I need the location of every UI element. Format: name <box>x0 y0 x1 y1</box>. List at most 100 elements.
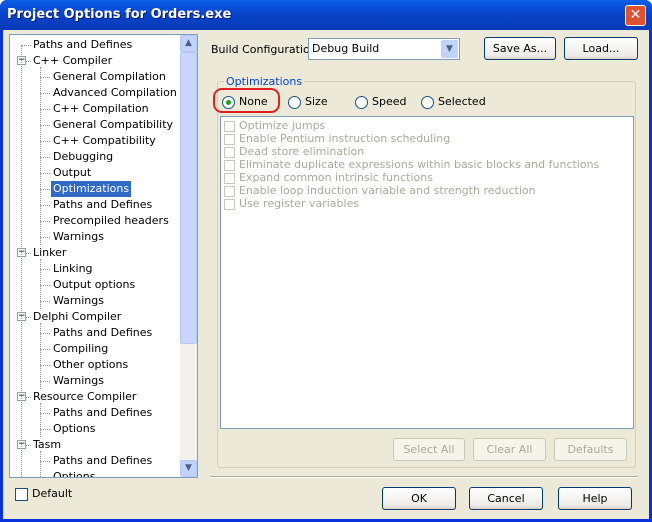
tree-item[interactable]: Options <box>53 421 95 437</box>
tree-group[interactable]: Tasm <box>33 437 61 453</box>
tree-item[interactable]: Advanced Compilation <box>53 85 177 101</box>
tree-group[interactable]: Linker <box>33 245 66 261</box>
select-all-button[interactable]: Select All <box>393 438 465 461</box>
option-checkbox[interactable]: Dead store elimination <box>224 145 364 158</box>
tree-connector <box>40 237 50 238</box>
dialog-window: Project Options for Orders.exe ✕ ▲ ▼ Pat… <box>0 0 652 522</box>
tree-item[interactable]: C++ Compatibility <box>53 133 156 149</box>
checkbox-icon <box>224 198 235 210</box>
tree-item[interactable]: Paths and Defines <box>53 453 152 469</box>
clear-all-button[interactable]: Clear All <box>473 438 546 461</box>
radio-selected[interactable]: Selected <box>421 95 486 109</box>
radio-speed[interactable]: Speed <box>355 95 406 109</box>
checkbox-icon <box>224 185 235 197</box>
tree-connector <box>40 477 50 478</box>
tree-item[interactable]: Paths and Defines <box>53 197 152 213</box>
tree-item[interactable]: Warnings <box>53 293 104 309</box>
tree-item[interactable]: C++ Compilation <box>53 101 149 117</box>
tree-connector <box>40 157 50 158</box>
load-button[interactable]: Load... <box>564 37 638 60</box>
tree-connector <box>40 429 50 430</box>
checkbox-icon <box>224 172 235 184</box>
radio-icon <box>288 95 301 109</box>
radio-none[interactable]: None <box>222 95 268 109</box>
tree-connector <box>40 413 50 414</box>
tree-item[interactable]: Debugging <box>53 149 113 165</box>
tree-connector <box>40 461 50 462</box>
tree-item[interactable]: Linking <box>53 261 93 277</box>
tree-connector <box>40 285 50 286</box>
tree-connector <box>40 381 50 382</box>
option-label: Expand common intrinsic functions <box>239 171 433 184</box>
tree-item[interactable]: Options <box>53 469 95 477</box>
default-checkbox[interactable]: Default <box>15 487 72 501</box>
tree-group[interactable]: C++ Compiler <box>33 53 112 69</box>
tree-connector <box>40 189 50 190</box>
dialog-body: ▲ ▼ Paths and Defines C++ Compiler − Genera… <box>3 30 649 519</box>
build-config-select[interactable]: Debug Build ▼ <box>308 38 460 60</box>
tree-item[interactable]: Warnings <box>53 373 104 389</box>
tree-connector <box>40 333 50 334</box>
tree-item[interactable]: Compiling <box>53 341 108 357</box>
tree-item[interactable]: Paths and Defines <box>53 325 152 341</box>
defaults-button[interactable]: Defaults <box>554 438 627 461</box>
tree-group[interactable]: Delphi Compiler <box>33 309 121 325</box>
checkbox-icon <box>224 159 235 171</box>
tree-item[interactable]: General Compilation <box>53 69 166 85</box>
build-config-label: Build Configuration: <box>211 43 321 56</box>
tree-item[interactable]: Warnings <box>53 229 104 245</box>
option-checkbox[interactable]: Optimize jumps <box>224 119 325 132</box>
option-checkbox[interactable]: Use register variables <box>224 197 359 210</box>
tree-item[interactable]: Other options <box>53 357 128 373</box>
tree-connector <box>40 403 41 437</box>
tree-scrollbar[interactable]: ▲ ▼ <box>180 35 197 477</box>
tree-item[interactable]: Output <box>53 165 91 181</box>
divider <box>210 476 638 478</box>
optimization-options-list[interactable]: Optimize jumps Enable Pentium instruction… <box>220 116 634 429</box>
tree-group[interactable]: Resource Compiler <box>33 389 136 405</box>
option-label: Optimize jumps <box>239 119 326 132</box>
tree-group[interactable]: Paths and Defines <box>33 37 132 53</box>
radio-selected-icon <box>222 95 235 109</box>
cancel-button[interactable]: Cancel <box>469 487 543 510</box>
option-checkbox[interactable]: Enable loop induction variable and stren… <box>224 184 536 197</box>
option-label: Use register variables <box>239 197 360 210</box>
tree-connector <box>40 301 50 302</box>
option-checkbox[interactable]: Enable Pentium instruction scheduling <box>224 132 450 145</box>
tree-connector <box>40 451 41 477</box>
scroll-thumb[interactable] <box>180 52 197 344</box>
radio-label: Size <box>305 95 328 108</box>
tree-connector <box>21 45 31 46</box>
tree-connector <box>21 45 22 477</box>
tree-item[interactable]: Optimizations <box>51 181 132 197</box>
tree-connector <box>40 221 50 222</box>
tree-connector <box>40 349 50 350</box>
radio-label: None <box>239 95 268 108</box>
tree-item[interactable]: Output options <box>53 277 135 293</box>
tree-item[interactable]: General Compatibility <box>53 117 173 133</box>
chevron-down-icon[interactable]: ▼ <box>441 40 458 58</box>
help-button[interactable]: Help <box>558 487 632 510</box>
radio-label: Selected <box>438 95 486 108</box>
options-tree[interactable]: ▲ ▼ Paths and Defines C++ Compiler − Genera… <box>9 34 198 478</box>
tree-item[interactable]: Precompiled headers <box>53 213 169 229</box>
tree-connector <box>40 93 50 94</box>
optimizations-group-label: Optimizations <box>224 75 305 88</box>
close-icon[interactable]: ✕ <box>625 5 646 26</box>
option-checkbox[interactable]: Expand common intrinsic functions <box>224 171 433 184</box>
option-label: Dead store elimination <box>239 145 365 158</box>
scroll-down-icon[interactable]: ▼ <box>180 460 197 477</box>
radio-icon <box>421 95 434 109</box>
build-config-value: Debug Build <box>312 42 380 55</box>
save-as-button[interactable]: Save As... <box>484 37 556 60</box>
tree-connector <box>40 173 50 174</box>
tree-connector <box>40 365 50 366</box>
ok-button[interactable]: OK <box>382 487 456 510</box>
tree-connector <box>40 141 50 142</box>
default-label: Default <box>32 487 73 500</box>
option-checkbox[interactable]: Eliminate duplicate expressions within b… <box>224 158 599 171</box>
option-label: Enable loop induction variable and stren… <box>239 184 536 197</box>
radio-size[interactable]: Size <box>288 95 328 109</box>
scroll-up-icon[interactable]: ▲ <box>180 35 197 52</box>
tree-item[interactable]: Paths and Defines <box>53 405 152 421</box>
